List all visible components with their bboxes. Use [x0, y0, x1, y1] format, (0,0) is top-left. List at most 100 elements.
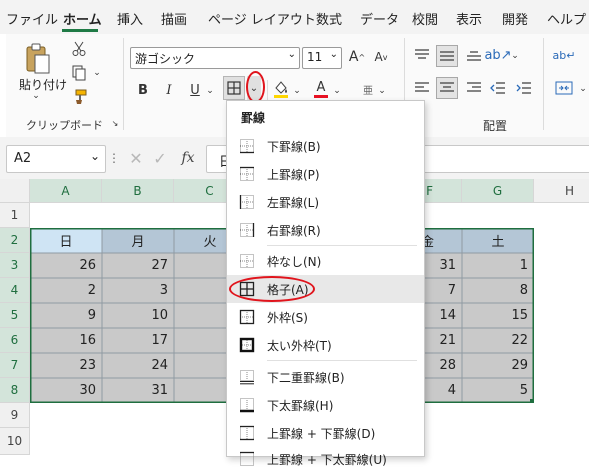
menu-item-top-bottom-border[interactable]: 上罫線 + 下罫線(D): [227, 419, 424, 447]
cell-a5[interactable]: 9: [30, 303, 102, 328]
row-header-4[interactable]: 4: [0, 278, 30, 303]
borders-button[interactable]: [223, 76, 245, 100]
row-header-7[interactable]: 7: [0, 353, 30, 378]
underline-button[interactable]: U: [186, 80, 204, 100]
font-name-select[interactable]: 游ゴシック ⌄: [130, 47, 300, 69]
cell-g2[interactable]: 土: [462, 228, 534, 253]
increase-indent-icon[interactable]: [514, 78, 534, 98]
row-header-2[interactable]: 2: [0, 228, 30, 253]
cell-b4[interactable]: 3: [102, 278, 174, 303]
cell-a7[interactable]: 23: [30, 353, 102, 378]
menu-item-thick-bottom-border[interactable]: 下太罫線(H): [227, 391, 424, 419]
align-center-icon[interactable]: [436, 77, 458, 99]
paste-dropdown-icon[interactable]: ⌄: [30, 90, 42, 102]
tab-home[interactable]: ホーム: [63, 9, 102, 28]
cell-b7[interactable]: 24: [102, 353, 174, 378]
menu-item-bottom-double-border[interactable]: 下二重罫線(B): [227, 363, 424, 391]
menu-item-top-border[interactable]: 上罫線(P): [227, 160, 424, 188]
row-header-9[interactable]: 9: [0, 403, 30, 428]
phonetic-dropdown-icon[interactable]: ⌄: [377, 84, 387, 98]
cell-b5[interactable]: 10: [102, 303, 174, 328]
menu-item-bottom-border[interactable]: 下罫線(B): [227, 132, 424, 160]
cell-a3[interactable]: 26: [30, 253, 102, 278]
insert-function-button[interactable]: fx: [176, 148, 200, 168]
tab-view[interactable]: 表示: [456, 9, 482, 28]
cell-a6[interactable]: 16: [30, 328, 102, 353]
tab-insert[interactable]: 挿入: [117, 9, 143, 28]
paste-icon[interactable]: [20, 42, 56, 76]
column-header-b[interactable]: B: [102, 179, 174, 203]
bold-button[interactable]: B: [134, 80, 152, 100]
wrap-text-icon[interactable]: ab↵: [552, 45, 576, 65]
cell-b8[interactable]: 31: [102, 378, 174, 403]
align-bottom-icon[interactable]: [464, 45, 484, 65]
row-header-1[interactable]: 1: [0, 203, 30, 228]
underline-dropdown-icon[interactable]: ⌄: [205, 84, 215, 98]
orientation-icon[interactable]: ab↗: [484, 45, 511, 65]
fill-color-dropdown-icon[interactable]: ⌄: [292, 84, 302, 98]
tab-review[interactable]: 校閲: [412, 9, 438, 28]
cell-g6[interactable]: 22: [462, 328, 534, 353]
tab-data[interactable]: データ: [360, 9, 399, 28]
row-header-8[interactable]: 8: [0, 378, 30, 403]
paste-button[interactable]: 貼り付け: [19, 76, 67, 93]
merge-center-icon[interactable]: [552, 78, 576, 98]
font-size-select[interactable]: 11 ⌄: [302, 47, 342, 69]
column-header-g[interactable]: G: [462, 179, 534, 203]
grow-font-button[interactable]: A ^: [348, 47, 366, 67]
copy-icon[interactable]: [70, 64, 88, 82]
cell-b2[interactable]: 月: [102, 228, 174, 253]
menu-item-outside-borders[interactable]: 外枠(S): [227, 303, 424, 331]
row-header-10[interactable]: 10: [0, 428, 30, 455]
cell-g7[interactable]: 29: [462, 353, 534, 378]
tab-draw[interactable]: 描画: [161, 9, 187, 28]
menu-item-thick-outside-borders[interactable]: 太い外枠(T): [227, 331, 424, 359]
select-all-corner[interactable]: [0, 179, 30, 203]
tab-file[interactable]: ファイル: [6, 9, 58, 28]
cell-g5[interactable]: 15: [462, 303, 534, 328]
menu-item-top-thick-bottom-border[interactable]: 上罫線 + 下太罫線(U): [227, 445, 424, 473]
cell-b3[interactable]: 27: [102, 253, 174, 278]
phonetic-guide-button[interactable]: 亜: [358, 78, 378, 100]
cancel-icon[interactable]: ✕: [126, 148, 146, 168]
menu-item-no-border[interactable]: 枠なし(N): [227, 247, 424, 275]
cell-g4[interactable]: 8: [462, 278, 534, 303]
orientation-dropdown-icon[interactable]: ⌄: [510, 49, 520, 63]
cell-a2[interactable]: 日: [30, 228, 102, 253]
menu-item-right-border[interactable]: 右罫線(R): [227, 216, 424, 244]
cell-a8[interactable]: 30: [30, 378, 102, 403]
tab-page-layout[interactable]: ページ レイアウト: [208, 9, 316, 28]
tab-developer[interactable]: 開発: [502, 9, 528, 28]
align-right-icon[interactable]: [464, 78, 484, 98]
active-tab-indicator: [62, 29, 98, 32]
cut-icon[interactable]: [70, 40, 88, 58]
name-box[interactable]: A2 ⌄: [6, 145, 106, 173]
fill-color-button[interactable]: [272, 78, 290, 100]
cell-g3[interactable]: 1: [462, 253, 534, 278]
font-color-dropdown-icon[interactable]: ⌄: [332, 84, 342, 98]
drag-handle-icon[interactable]: ⋮: [108, 149, 120, 167]
menu-item-left-border[interactable]: 左罫線(L): [227, 188, 424, 216]
align-left-icon[interactable]: [412, 78, 432, 98]
copy-dropdown-icon[interactable]: ⌄: [92, 67, 102, 79]
cell-b6[interactable]: 17: [102, 328, 174, 353]
merge-dropdown-icon[interactable]: ⌄: [578, 82, 588, 96]
decrease-indent-icon[interactable]: [488, 78, 508, 98]
row-header-3[interactable]: 3: [0, 253, 30, 278]
shrink-font-button[interactable]: Av: [372, 47, 390, 67]
font-color-button[interactable]: A: [312, 78, 330, 100]
italic-button[interactable]: I: [160, 80, 178, 100]
cell-g8[interactable]: 5: [462, 378, 534, 403]
column-header-a[interactable]: A: [30, 179, 102, 203]
align-middle-icon[interactable]: [436, 45, 458, 67]
enter-icon[interactable]: ✓: [150, 148, 170, 168]
row-header-5[interactable]: 5: [0, 303, 30, 328]
clipboard-launcher-icon[interactable]: ↘: [110, 118, 120, 128]
row-header-6[interactable]: 6: [0, 328, 30, 353]
cell-a4[interactable]: 2: [30, 278, 102, 303]
format-painter-icon[interactable]: [70, 88, 88, 106]
column-header-h[interactable]: H: [534, 179, 589, 203]
tab-formulas[interactable]: 数式: [316, 9, 342, 28]
tab-help[interactable]: ヘルプ: [547, 9, 586, 28]
align-top-icon[interactable]: [412, 45, 432, 65]
